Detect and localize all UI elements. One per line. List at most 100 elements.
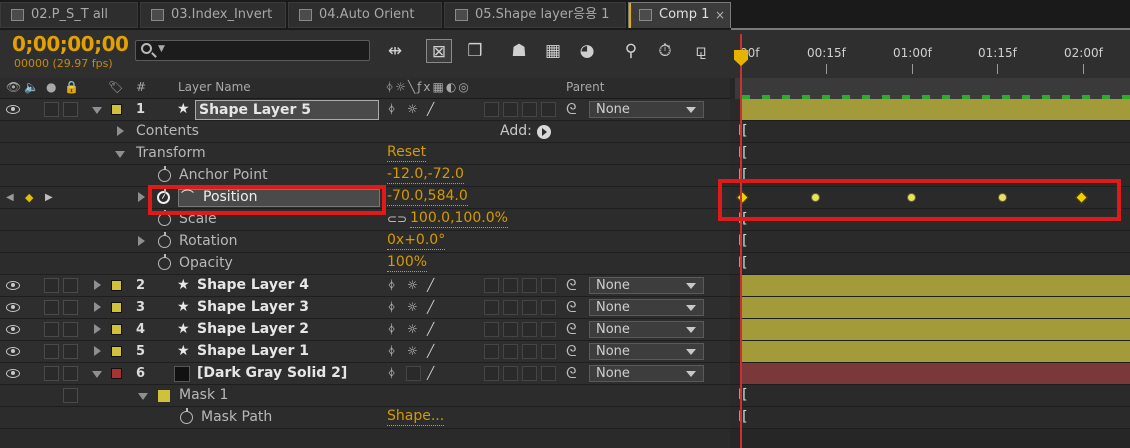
visibility-eye-icon[interactable] bbox=[6, 105, 20, 114]
pick-whip-icon[interactable]: ᘓ bbox=[566, 363, 577, 384]
layer-duration-bar[interactable] bbox=[742, 275, 1130, 296]
expand-triangle-icon[interactable] bbox=[94, 346, 101, 356]
3d-layer-switch[interactable] bbox=[541, 102, 556, 117]
expand-triangle-icon[interactable] bbox=[92, 371, 102, 378]
property-row-contents[interactable]: Contents Add: bbox=[0, 121, 730, 143]
pick-whip-icon[interactable]: ᘓ bbox=[566, 319, 577, 340]
constrain-proportions-icon[interactable]: ⊂⊃ bbox=[387, 209, 407, 230]
current-time-display[interactable]: 0;00;00;00 bbox=[12, 32, 129, 56]
effects-switch[interactable] bbox=[484, 102, 499, 117]
layer-name-header[interactable]: Layer Name bbox=[178, 80, 251, 94]
shy-switch-icon[interactable]: ᛄ bbox=[388, 319, 395, 340]
layer-name[interactable]: Shape Layer 1 bbox=[197, 341, 309, 362]
visibility-eye-icon[interactable] bbox=[6, 281, 20, 290]
3d-layer-switch[interactable] bbox=[541, 322, 556, 337]
lock-toggle[interactable] bbox=[63, 344, 78, 359]
next-keyframe-icon[interactable]: ▶ bbox=[45, 187, 53, 208]
expand-triangle-icon[interactable] bbox=[115, 151, 125, 158]
expand-triangle-icon[interactable] bbox=[138, 236, 145, 246]
stopwatch-icon[interactable]: ⏱ bbox=[652, 39, 678, 63]
stopwatch-icon[interactable] bbox=[180, 408, 193, 424]
property-row-anchor-point[interactable]: Anchor Point -12.0,-72.0 bbox=[0, 165, 730, 187]
expand-triangle-icon[interactable] bbox=[92, 107, 102, 114]
timeline-row-layer-2[interactable] bbox=[730, 275, 1130, 297]
lock-toggle[interactable] bbox=[63, 388, 78, 403]
lock-toggle[interactable] bbox=[63, 366, 78, 381]
timeline-row-layer-4[interactable] bbox=[730, 319, 1130, 341]
layer-row-4[interactable]: 4 ★ Shape Layer 2 ᛄ ☼ ╱ ᘓ None bbox=[0, 319, 730, 341]
frame-blend-switch[interactable] bbox=[503, 300, 518, 315]
layer-duration-bar[interactable] bbox=[742, 363, 1130, 384]
motion-blur-icon[interactable]: ◕ bbox=[574, 39, 600, 63]
time-ruler[interactable]: 00f 00:15f 01:00f 01:15f 02:00f bbox=[730, 30, 1130, 78]
layer-row-2[interactable]: 2 ★ Shape Layer 4 ᛄ ☼ ╱ ᘓ None bbox=[0, 275, 730, 297]
shy-switch-icon[interactable]: ᛄ bbox=[388, 341, 395, 362]
shy-switch-icon[interactable]: ᛄ bbox=[388, 99, 395, 120]
quality-switch-icon[interactable]: ╱ bbox=[427, 275, 434, 296]
prev-keyframe-icon[interactable]: ◀ bbox=[6, 187, 14, 208]
layer-row-5[interactable]: 5 ★ Shape Layer 1 ᛄ ☼ ╱ ᘓ None bbox=[0, 341, 730, 363]
quality-switch-icon[interactable]: ╱ bbox=[427, 363, 434, 384]
visibility-eye-icon[interactable] bbox=[6, 303, 20, 312]
timeline-row-layer-1[interactable] bbox=[730, 99, 1130, 121]
motion-blur-switch[interactable] bbox=[522, 366, 537, 381]
stopwatch-icon[interactable] bbox=[158, 232, 171, 248]
frame-blend-switch[interactable] bbox=[503, 102, 518, 117]
parent-dropdown[interactable]: None bbox=[589, 101, 704, 118]
property-row-rotation[interactable]: Rotation 0x+0.0° bbox=[0, 231, 730, 253]
visibility-eye-icon[interactable] bbox=[6, 369, 20, 378]
collapse-switch-icon[interactable]: ☼ bbox=[407, 275, 418, 296]
lock-toggle[interactable] bbox=[63, 278, 78, 293]
property-row-mask-path[interactable]: Mask Path Shape... bbox=[0, 407, 730, 429]
position-value[interactable]: -70.0,584.0 bbox=[387, 188, 468, 206]
solo-toggle[interactable] bbox=[44, 322, 59, 337]
collapse-switch[interactable] bbox=[406, 366, 421, 381]
motion-blur-switch[interactable] bbox=[522, 102, 537, 117]
solo-toggle[interactable] bbox=[44, 366, 59, 381]
layer-name-field[interactable]: Shape Layer 5 bbox=[195, 100, 379, 120]
quality-switch-icon[interactable]: ╱ bbox=[427, 99, 434, 120]
collapse-switch-icon[interactable]: ☼ bbox=[407, 99, 418, 120]
shy-switch-icon[interactable]: ᛄ bbox=[388, 275, 395, 296]
parent-dropdown[interactable]: None bbox=[589, 277, 704, 294]
tab-02-pst-all[interactable]: 02.P_S_T all bbox=[0, 2, 138, 28]
layer-duration-bar[interactable] bbox=[742, 297, 1130, 318]
layer-name[interactable]: Shape Layer 4 bbox=[197, 275, 309, 296]
motion-blur-switch[interactable] bbox=[522, 322, 537, 337]
expand-triangle-icon[interactable] bbox=[138, 192, 145, 202]
layer-row-1[interactable]: 1 ★ Shape Layer 5 ᛄ ☼ ╱ ᘓ None bbox=[0, 99, 730, 121]
3d-layer-switch[interactable] bbox=[541, 366, 556, 381]
parent-dropdown[interactable]: None bbox=[589, 365, 704, 382]
solo-toggle[interactable] bbox=[44, 102, 59, 117]
label-color-swatch[interactable] bbox=[111, 324, 122, 335]
layer-duration-bar[interactable] bbox=[742, 341, 1130, 362]
property-row-transform[interactable]: Transform Reset bbox=[0, 143, 730, 165]
reset-link[interactable]: Reset bbox=[387, 144, 427, 162]
collapse-switch-icon[interactable]: ☼ bbox=[407, 297, 418, 318]
mask-color-swatch[interactable] bbox=[158, 390, 170, 402]
layer-search-input[interactable]: ▼ bbox=[135, 40, 370, 61]
tab-05-shape-layer[interactable]: 05.Shape layer응용 1 bbox=[444, 2, 626, 28]
tab-04-auto-orient[interactable]: 04.Auto Orient bbox=[288, 2, 442, 28]
mask-path-value[interactable]: Shape... bbox=[387, 408, 445, 426]
stopwatch-icon[interactable] bbox=[158, 166, 171, 182]
shy-layers-icon[interactable]: ☗ bbox=[506, 39, 532, 63]
motion-blur-switch[interactable] bbox=[522, 300, 537, 315]
3d-layer-switch[interactable] bbox=[541, 300, 556, 315]
expand-triangle-icon[interactable] bbox=[94, 302, 101, 312]
quality-switch-icon[interactable]: ╱ bbox=[427, 341, 434, 362]
collapse-switch-icon[interactable]: ☼ bbox=[407, 319, 418, 340]
add-menu-button[interactable] bbox=[537, 125, 551, 139]
frame-blend-switch[interactable] bbox=[503, 322, 518, 337]
layer-name[interactable]: Shape Layer 2 bbox=[197, 319, 309, 340]
label-color-swatch[interactable] bbox=[111, 368, 122, 379]
collapse-switch-icon[interactable]: ☼ bbox=[407, 341, 418, 362]
frame-blend-switch[interactable] bbox=[503, 344, 518, 359]
layer-row-3[interactable]: 3 ★ Shape Layer 3 ᛄ ☼ ╱ ᘓ None bbox=[0, 297, 730, 319]
layer-name[interactable]: [Dark Gray Solid 2] bbox=[197, 363, 347, 384]
timeline-panel[interactable]: 00f 00:15f 01:00f 01:15f 02:00f I[ I[ I[… bbox=[718, 30, 1130, 448]
effects-switch[interactable] bbox=[484, 278, 499, 293]
scale-value[interactable]: 100.0,100.0% bbox=[410, 210, 508, 228]
visibility-eye-icon[interactable] bbox=[6, 325, 20, 334]
label-color-swatch[interactable] bbox=[111, 104, 122, 115]
